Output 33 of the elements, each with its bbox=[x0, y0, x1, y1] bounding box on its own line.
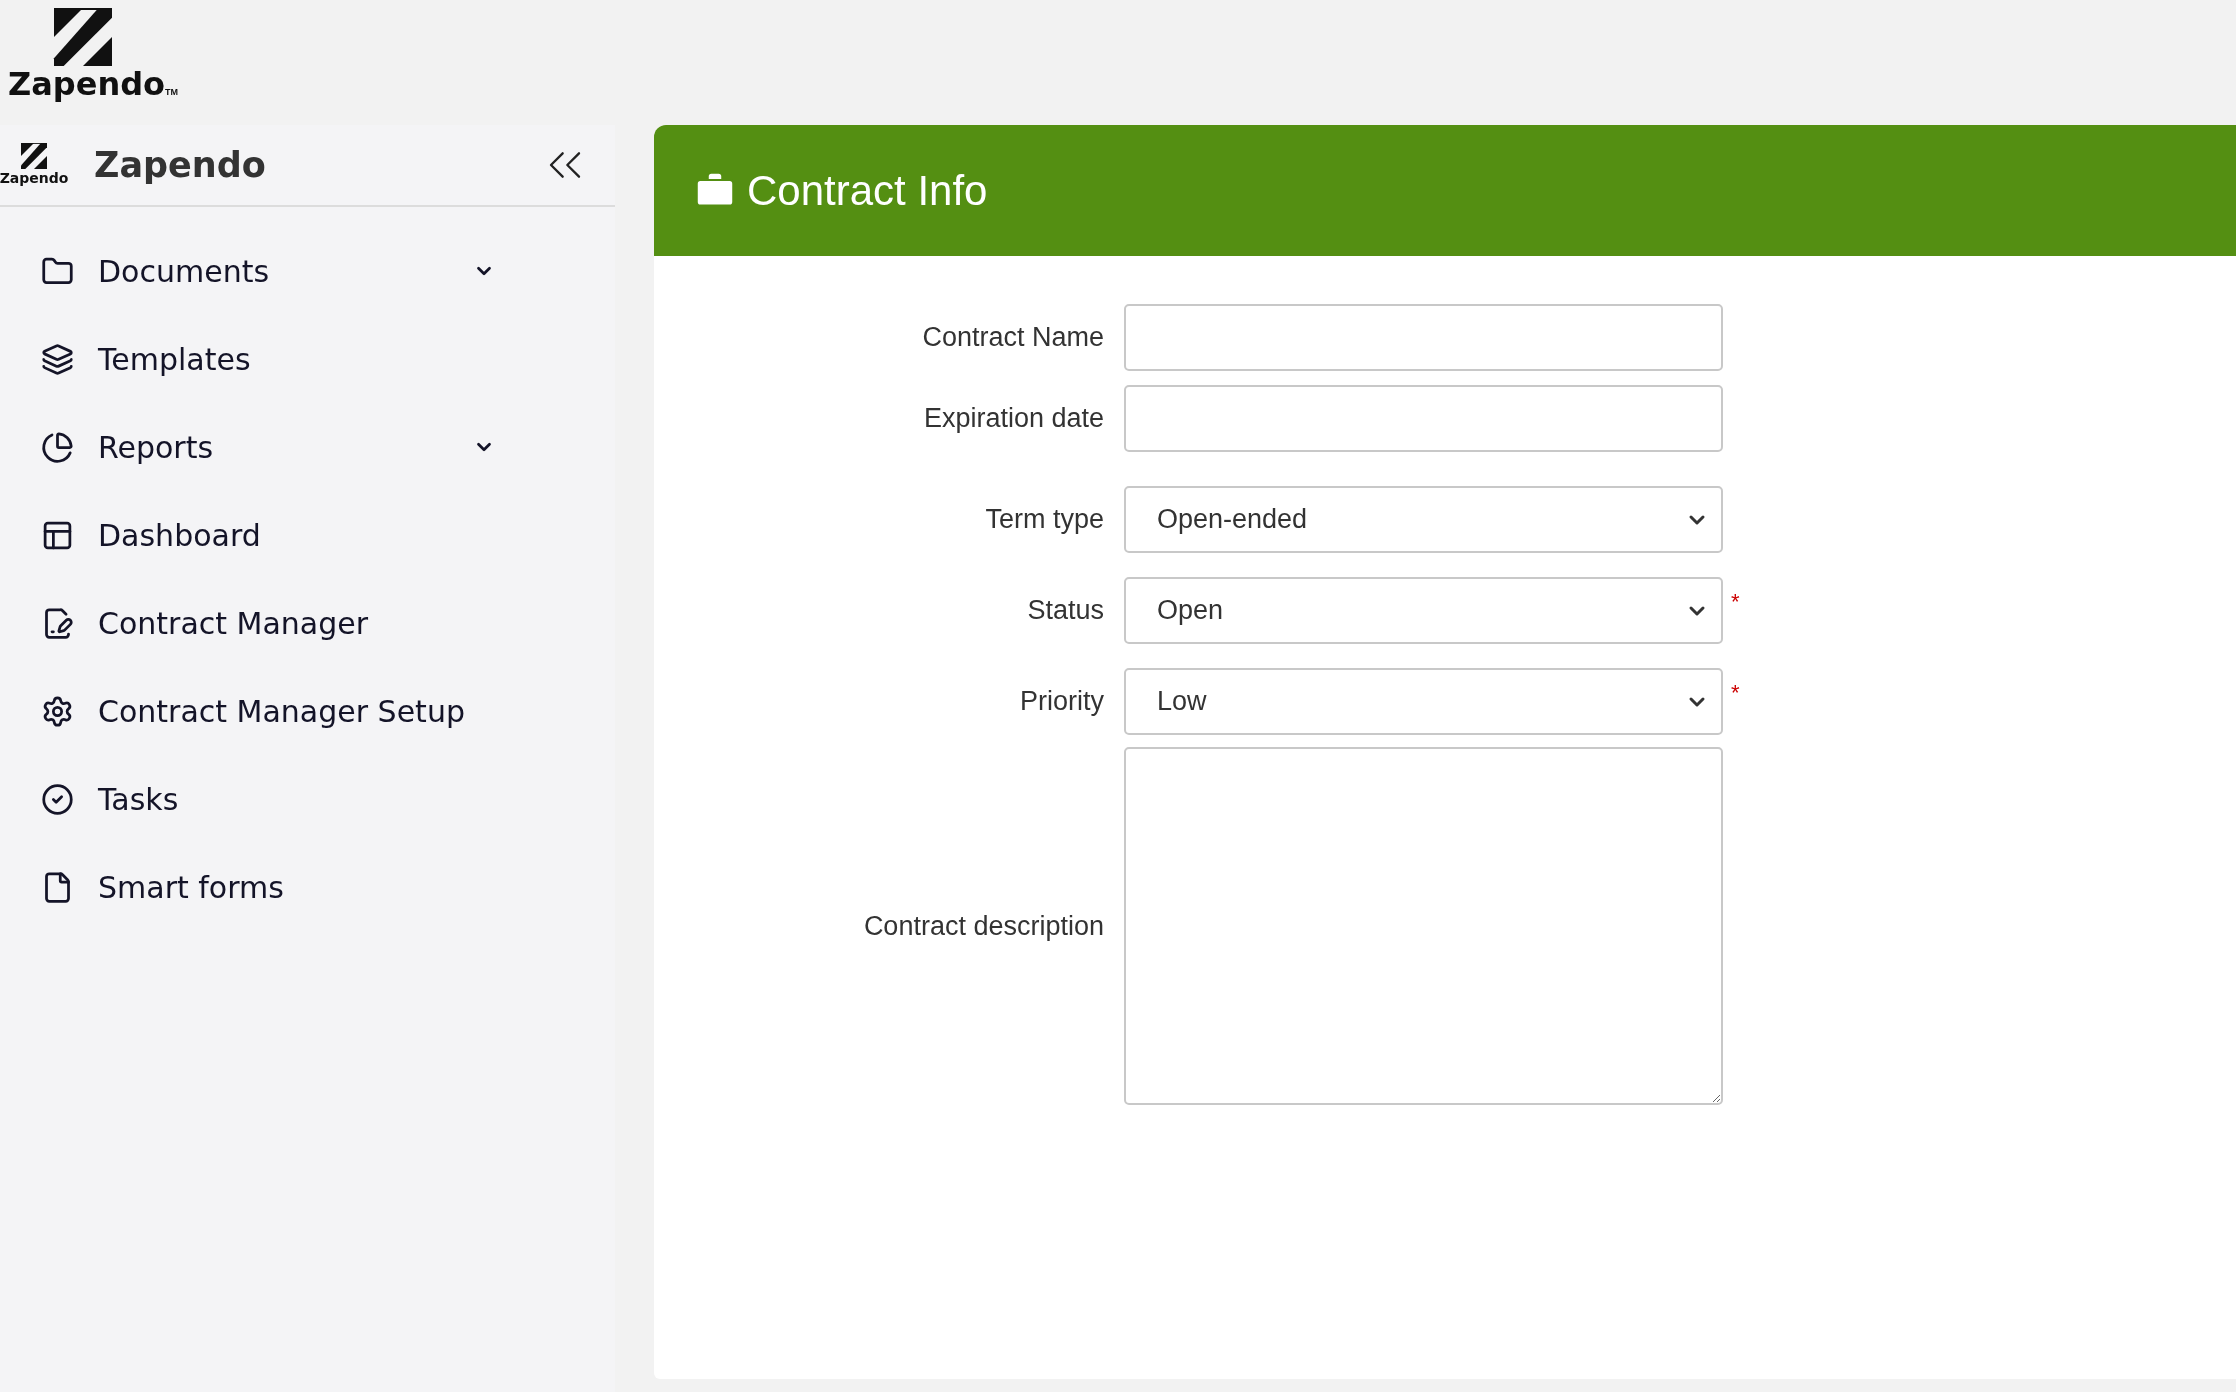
sidebar-title: Zapendo bbox=[94, 143, 266, 187]
sidebar-item[interactable]: Dashboard bbox=[0, 491, 615, 579]
pie-chart-icon bbox=[41, 430, 74, 464]
sidebar-item[interactable]: Templates bbox=[0, 315, 615, 403]
check-circle-icon bbox=[41, 782, 74, 816]
logo-mark-icon bbox=[52, 8, 114, 66]
required-asterisk: * bbox=[1731, 588, 1740, 616]
field-label: Priority bbox=[1020, 685, 1104, 719]
field-label: Contract Name bbox=[922, 321, 1104, 355]
select-field[interactable]: Low bbox=[1124, 668, 1723, 735]
field-label: Term type bbox=[985, 503, 1104, 537]
panel-title: Contract Info bbox=[747, 166, 988, 216]
select-field[interactable]: Open-ended bbox=[1124, 486, 1723, 553]
sidebar-item[interactable]: Tasks bbox=[0, 755, 615, 843]
text-field[interactable] bbox=[1124, 385, 1723, 452]
field-label: Contract description bbox=[863, 909, 1104, 943]
logo-mark-icon bbox=[21, 142, 47, 171]
sidebar-item[interactable]: Contract Manager Setup bbox=[0, 667, 615, 755]
sidebar-item[interactable]: Smart forms bbox=[0, 843, 615, 931]
select-field[interactable]: Open bbox=[1124, 577, 1723, 644]
settings-icon bbox=[41, 694, 74, 728]
required-asterisk: * bbox=[1731, 679, 1740, 707]
field-label: Status bbox=[1027, 594, 1104, 628]
text-area[interactable] bbox=[1124, 747, 1723, 1105]
logo-text: Zapendo bbox=[0, 170, 69, 188]
field-label: Expiration date bbox=[923, 402, 1104, 436]
sidebar-item[interactable]: Reports bbox=[0, 403, 615, 491]
trademark-mark: TM bbox=[165, 86, 179, 97]
layers-icon bbox=[41, 342, 74, 376]
logo-wordmark: Zapendo bbox=[8, 68, 166, 100]
text-field[interactable] bbox=[1124, 304, 1723, 371]
sidebar-item[interactable]: Contract Manager bbox=[0, 579, 615, 667]
sidebar-item[interactable]: Documents bbox=[0, 227, 615, 315]
